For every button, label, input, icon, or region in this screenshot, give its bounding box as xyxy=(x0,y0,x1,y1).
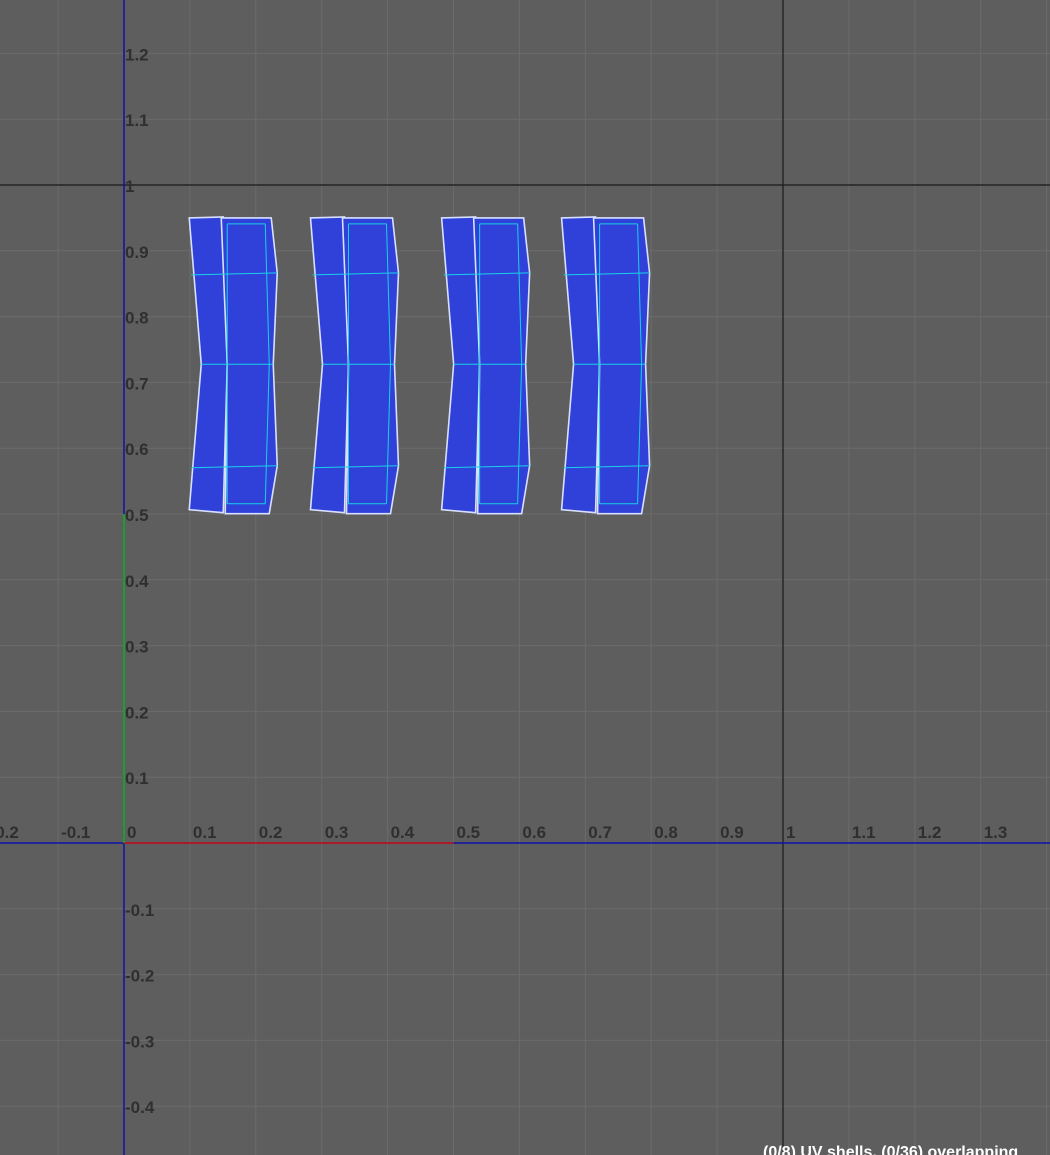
v-tick-label: -0.3 xyxy=(125,1032,154,1051)
u-tick-label: 0.4 xyxy=(391,823,415,842)
uv-frame-lines xyxy=(0,0,1050,1155)
uv-shell-3[interactable] xyxy=(440,216,531,515)
uv-shell-2[interactable] xyxy=(309,216,400,515)
v-tick-label: 0.4 xyxy=(125,572,149,591)
uv-shell-4[interactable] xyxy=(560,216,651,515)
v-tick-label: 0.3 xyxy=(125,638,149,657)
v-tick-label: 0.1 xyxy=(125,769,149,788)
v-tick-label: 1.2 xyxy=(125,45,149,64)
uv-editor-viewport[interactable]: 0.2 -0.1 0 0.1 0.2 0.3 0.4 0.5 0.6 0.7 0.8 0.9 1 1.1 1… xyxy=(0,0,1050,1155)
uv-shells-layer[interactable] xyxy=(188,216,651,515)
uv-grid xyxy=(0,0,1050,1155)
u-tick-label: 0.6 xyxy=(522,823,546,842)
v-tick-label: 1 xyxy=(125,177,134,196)
v-tick-label: -0.1 xyxy=(125,901,154,920)
u-tick-label: 1.3 xyxy=(984,823,1008,842)
u-tick-label: 0.5 xyxy=(457,823,481,842)
u-tick-label: 0 xyxy=(127,823,136,842)
u-tick-label: 1 xyxy=(786,823,795,842)
v-tick-label: -0.4 xyxy=(125,1098,155,1117)
v-tick-label: 1.1 xyxy=(125,111,149,130)
v-tick-label: 0.7 xyxy=(125,374,149,393)
uv-shell-1[interactable] xyxy=(188,216,279,515)
u-tick-label: -0.1 xyxy=(61,823,90,842)
v-tick-label: 0.5 xyxy=(125,506,149,525)
u-tick-label: 0.7 xyxy=(588,823,612,842)
uv-tick-labels: 0.2 -0.1 0 0.1 0.2 0.3 0.4 0.5 0.6 0.7 0.8 0.9 1 1.1 1… xyxy=(0,45,1007,1117)
u-tick-label: 0.2 xyxy=(0,823,19,842)
u-tick-label: 0.1 xyxy=(193,823,217,842)
v-tick-label: 0.9 xyxy=(125,243,149,262)
u-tick-label: 0.8 xyxy=(654,823,678,842)
v-tick-label: -0.2 xyxy=(125,967,154,986)
uv-shell-status-readout: (0/8) UV shells, (0/36) overlapping xyxy=(763,1144,1019,1155)
u-tick-label: 0.3 xyxy=(325,823,349,842)
u-tick-label: 0.9 xyxy=(720,823,744,842)
uv-canvas[interactable]: 0.2 -0.1 0 0.1 0.2 0.3 0.4 0.5 0.6 0.7 0.8 0.9 1 1.1 1… xyxy=(0,0,1050,1155)
v-tick-label: 0.8 xyxy=(125,309,149,328)
u-tick-label: 0.2 xyxy=(259,823,283,842)
v-tick-label: 0.6 xyxy=(125,440,149,459)
u-tick-label: 1.1 xyxy=(852,823,876,842)
v-tick-label: 0.2 xyxy=(125,703,149,722)
u-tick-label: 1.2 xyxy=(918,823,942,842)
